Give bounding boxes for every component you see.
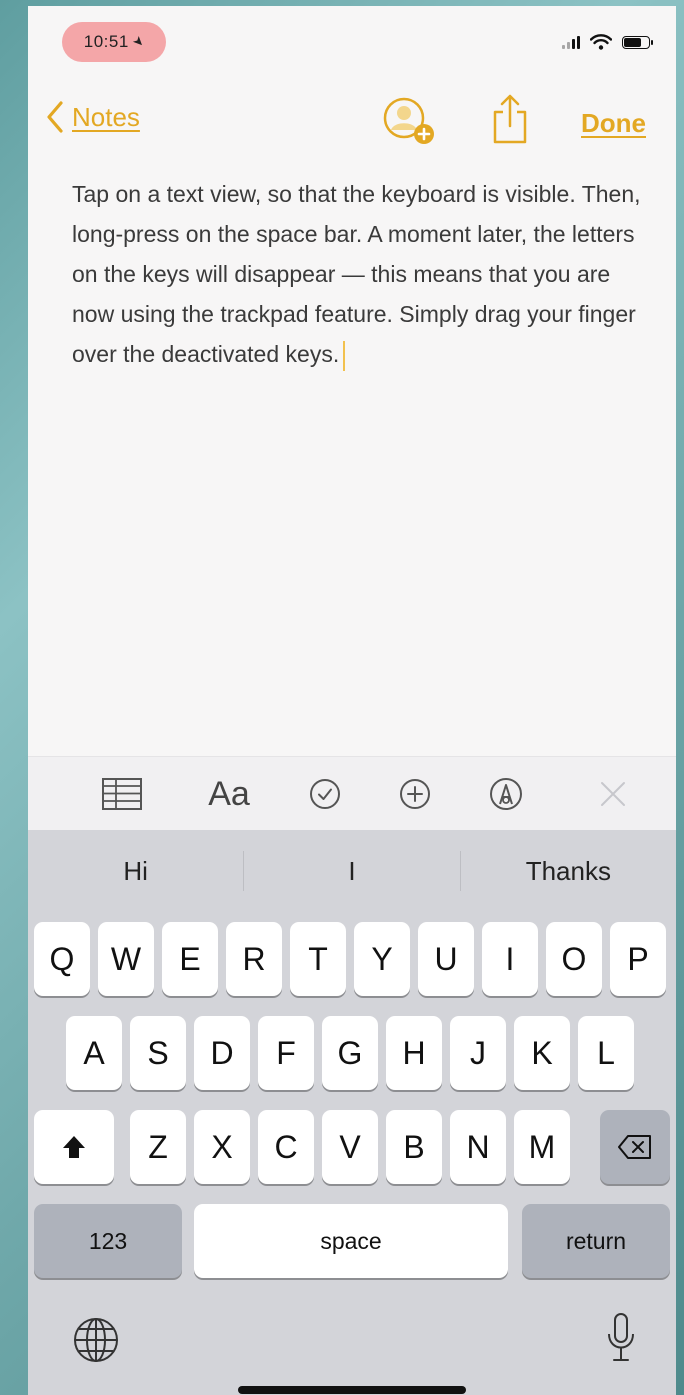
key-d[interactable]: D — [194, 1016, 250, 1090]
close-toolbar-button[interactable] — [588, 757, 638, 831]
phone-screen: 10:51 ➤ Notes Done Tap on a text view, s… — [28, 6, 676, 1395]
key-e[interactable]: E — [162, 922, 218, 996]
microphone-icon[interactable] — [604, 1310, 638, 1366]
keyboard: Hi I Thanks Q W E R T Y U I O P A S D F … — [28, 830, 676, 1395]
wifi-icon — [590, 34, 612, 50]
key-f[interactable]: F — [258, 1016, 314, 1090]
text-style-button[interactable]: Aa — [194, 757, 264, 831]
checklist-icon — [310, 779, 340, 809]
status-icons — [562, 34, 653, 50]
numbers-key[interactable]: 123 — [34, 1204, 182, 1278]
globe-icon[interactable] — [70, 1314, 122, 1366]
back-label: Notes — [72, 101, 140, 132]
add-people-icon[interactable] — [380, 94, 440, 148]
delete-key[interactable] — [600, 1110, 670, 1184]
key-l[interactable]: L — [578, 1016, 634, 1090]
table-button[interactable] — [94, 757, 150, 831]
key-r[interactable]: R — [226, 922, 282, 996]
key-n[interactable]: N — [450, 1110, 506, 1184]
note-text: Tap on a text view, so that the keyboard… — [72, 181, 641, 367]
key-u[interactable]: U — [418, 922, 474, 996]
key-c[interactable]: C — [258, 1110, 314, 1184]
status-bar: 10:51 ➤ — [28, 6, 676, 86]
return-key[interactable]: return — [522, 1204, 670, 1278]
text-cursor — [343, 340, 346, 371]
format-toolbar: Aa — [28, 756, 676, 830]
prediction-item[interactable]: Hi — [28, 856, 243, 887]
space-key[interactable]: space — [194, 1204, 508, 1278]
key-g[interactable]: G — [322, 1016, 378, 1090]
backspace-icon — [618, 1135, 651, 1159]
key-w[interactable]: W — [98, 922, 154, 996]
signal-icon — [562, 35, 580, 49]
key-v[interactable]: V — [322, 1110, 378, 1184]
note-text-view[interactable]: Tap on a text view, so that the keyboard… — [72, 174, 648, 374]
done-button[interactable]: Done — [581, 108, 646, 139]
close-icon — [601, 782, 625, 806]
key-j[interactable]: J — [450, 1016, 506, 1090]
chevron-left-icon — [47, 101, 63, 133]
key-p[interactable]: P — [610, 922, 666, 996]
key-h[interactable]: H — [386, 1016, 442, 1090]
key-y[interactable]: Y — [354, 922, 410, 996]
key-q[interactable]: Q — [34, 922, 90, 996]
location-arrow-icon: ➤ — [129, 32, 149, 51]
key-k[interactable]: K — [514, 1016, 570, 1090]
prediction-bar: Hi I Thanks — [28, 830, 676, 912]
key-o[interactable]: O — [546, 922, 602, 996]
key-a[interactable]: A — [66, 1016, 122, 1090]
status-time-pill[interactable]: 10:51 ➤ — [62, 22, 166, 62]
key-t[interactable]: T — [290, 922, 346, 996]
battery-icon — [622, 35, 653, 49]
key-z[interactable]: Z — [130, 1110, 186, 1184]
markup-button[interactable] — [480, 757, 532, 831]
shift-icon — [63, 1136, 85, 1158]
shift-key[interactable] — [34, 1110, 114, 1184]
table-icon — [102, 778, 142, 810]
markup-icon — [490, 778, 522, 810]
back-button[interactable]: Notes — [46, 100, 140, 134]
status-time: 10:51 — [83, 32, 129, 51]
share-icon[interactable] — [490, 92, 530, 146]
key-s[interactable]: S — [130, 1016, 186, 1090]
key-b[interactable]: B — [386, 1110, 442, 1184]
key-i[interactable]: I — [482, 922, 538, 996]
checklist-button[interactable] — [300, 757, 350, 831]
add-icon — [400, 779, 430, 809]
add-button[interactable] — [390, 757, 440, 831]
home-indicator — [238, 1386, 466, 1394]
key-m[interactable]: M — [514, 1110, 570, 1184]
prediction-item[interactable]: Thanks — [461, 856, 676, 887]
key-x[interactable]: X — [194, 1110, 250, 1184]
nav-bar: Notes Done — [28, 92, 676, 152]
prediction-item[interactable]: I — [244, 856, 459, 887]
text-style-icon: Aa — [208, 774, 250, 813]
